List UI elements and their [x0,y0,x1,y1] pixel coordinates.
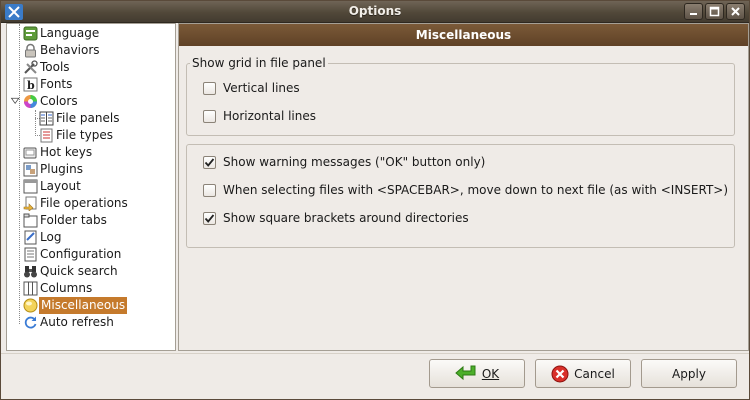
file-operations-icon [23,196,37,211]
ok-button[interactable]: OK [429,359,525,388]
tree-item-miscellaneous[interactable]: Miscellaneous [23,297,128,314]
square-brackets-checkbox[interactable] [203,211,216,225]
tree-item-label: Folder tabs [40,213,107,227]
button-bar-separator [1,353,749,354]
tree-item-label: Auto refresh [40,315,114,329]
tree-item-language[interactable]: Language [23,25,99,42]
tree-item-label: Miscellaneous [39,297,128,314]
show-warning-label: Show warning messages ("OK" button only) [223,155,486,169]
grid-groupbox [186,63,735,136]
hotkeys-icon [23,147,37,159]
tree-item-label: Tools [40,60,70,74]
close-button[interactable] [726,3,745,20]
tree-item-label: File operations [40,196,128,210]
show-warning-checkbox[interactable] [203,155,216,169]
minimize-icon [690,13,697,15]
square-brackets-label: Show square brackets around directories [223,211,469,225]
section-header: Miscellaneous [179,24,748,46]
language-icon [23,26,38,41]
tree-item-label: Hot keys [40,145,93,159]
tree-item-label: Configuration [40,247,122,261]
tree-item-tools[interactable]: Tools [23,59,70,76]
svg-text:b: b [27,79,35,92]
close-icon [731,7,740,16]
vertical-lines-checkbox[interactable] [203,81,216,95]
options-tree[interactable]: Language Behaviors Tools b Fonts Colors … [6,23,176,351]
tree-item-plugins[interactable]: Plugins [23,161,83,178]
title-bar[interactable]: Options [1,1,749,23]
tree-item-label: Layout [40,179,81,193]
spacebar-move-label: When selecting files with <SPACEBAR>, mo… [223,183,729,197]
color-wheel-icon [24,95,37,108]
tree-item-label: Columns [40,281,93,295]
log-icon [24,230,37,245]
tree-item-label: Behaviors [40,43,100,57]
maximize-button[interactable] [705,3,724,20]
maximize-icon [709,6,720,17]
horizontal-lines-option[interactable]: Horizontal lines [203,107,316,125]
horizontal-lines-label: Horizontal lines [223,109,316,123]
tree-item-file-operations[interactable]: File operations [23,195,128,212]
apply-button[interactable]: Apply [641,359,737,388]
tree-item-label: Fonts [40,77,73,91]
tree-item-auto-refresh[interactable]: Auto refresh [23,314,114,331]
tree-connector [19,24,20,324]
plugins-icon [23,162,38,177]
tree-item-columns[interactable]: Columns [23,280,92,297]
tree-item-configuration[interactable]: Configuration [23,246,121,263]
spacebar-move-option[interactable]: When selecting files with <SPACEBAR>, mo… [203,181,728,199]
expand-arrow-icon[interactable] [10,96,21,107]
tree-item-label: File panels [56,111,120,125]
lock-icon [25,43,36,58]
tree-item-fonts[interactable]: b Fonts [23,76,72,93]
refresh-icon [24,316,37,329]
tree-item-folder-tabs[interactable]: Folder tabs [23,212,107,229]
checkmark-icon [204,213,215,223]
binoculars-icon [24,266,37,278]
checkmark-arrow-icon [455,365,476,380]
ok-label: OK [481,366,500,381]
options-window: Options Language Behaviors Tools b Fonts… [0,0,750,400]
tree-item-file-panels[interactable]: File panels [39,110,119,127]
tree-item-label: Log [40,230,62,244]
tools-icon [24,60,38,74]
apply-label: Apply [672,366,706,381]
font-icon: b [23,77,38,92]
square-brackets-option[interactable]: Show square brackets around directories [203,209,469,227]
tree-item-layout[interactable]: Layout [23,178,81,195]
cancel-button[interactable]: Cancel [535,359,631,388]
tree-item-log[interactable]: Log [23,229,61,246]
tree-item-quick-search[interactable]: Quick search [23,263,118,280]
tree-item-file-types[interactable]: File types [39,127,113,144]
vertical-lines-option[interactable]: Vertical lines [203,79,300,97]
window-title: Options [348,4,402,18]
tree-item-hot-keys[interactable]: Hot keys [23,144,92,161]
cancel-icon [551,365,569,382]
tree-item-behaviors[interactable]: Behaviors [23,42,100,59]
cancel-label: Cancel [574,366,615,381]
tree-item-label: File types [56,128,113,142]
tree-item-label: Language [40,26,100,40]
miscellaneous-icon [23,298,38,313]
vertical-lines-label: Vertical lines [223,81,300,95]
layout-icon [23,179,38,194]
checkmark-icon [204,157,215,167]
file-types-icon [40,128,53,143]
tree-item-label: Plugins [40,162,83,176]
tree-item-label: Quick search [40,264,118,278]
configuration-icon [24,247,37,262]
show-warning-option[interactable]: Show warning messages ("OK" button only) [203,153,485,171]
minimize-button[interactable] [684,3,703,20]
grid-group-title: Show grid in file panel [190,56,328,70]
tree-connector [35,110,36,136]
horizontal-lines-checkbox[interactable] [203,109,216,123]
file-panels-icon [39,111,54,126]
tree-item-label: Colors [40,94,78,108]
columns-icon [23,281,38,296]
spacebar-move-checkbox[interactable] [203,183,216,197]
tree-item-colors[interactable]: Colors [10,93,78,110]
folder-tabs-icon [23,213,38,228]
